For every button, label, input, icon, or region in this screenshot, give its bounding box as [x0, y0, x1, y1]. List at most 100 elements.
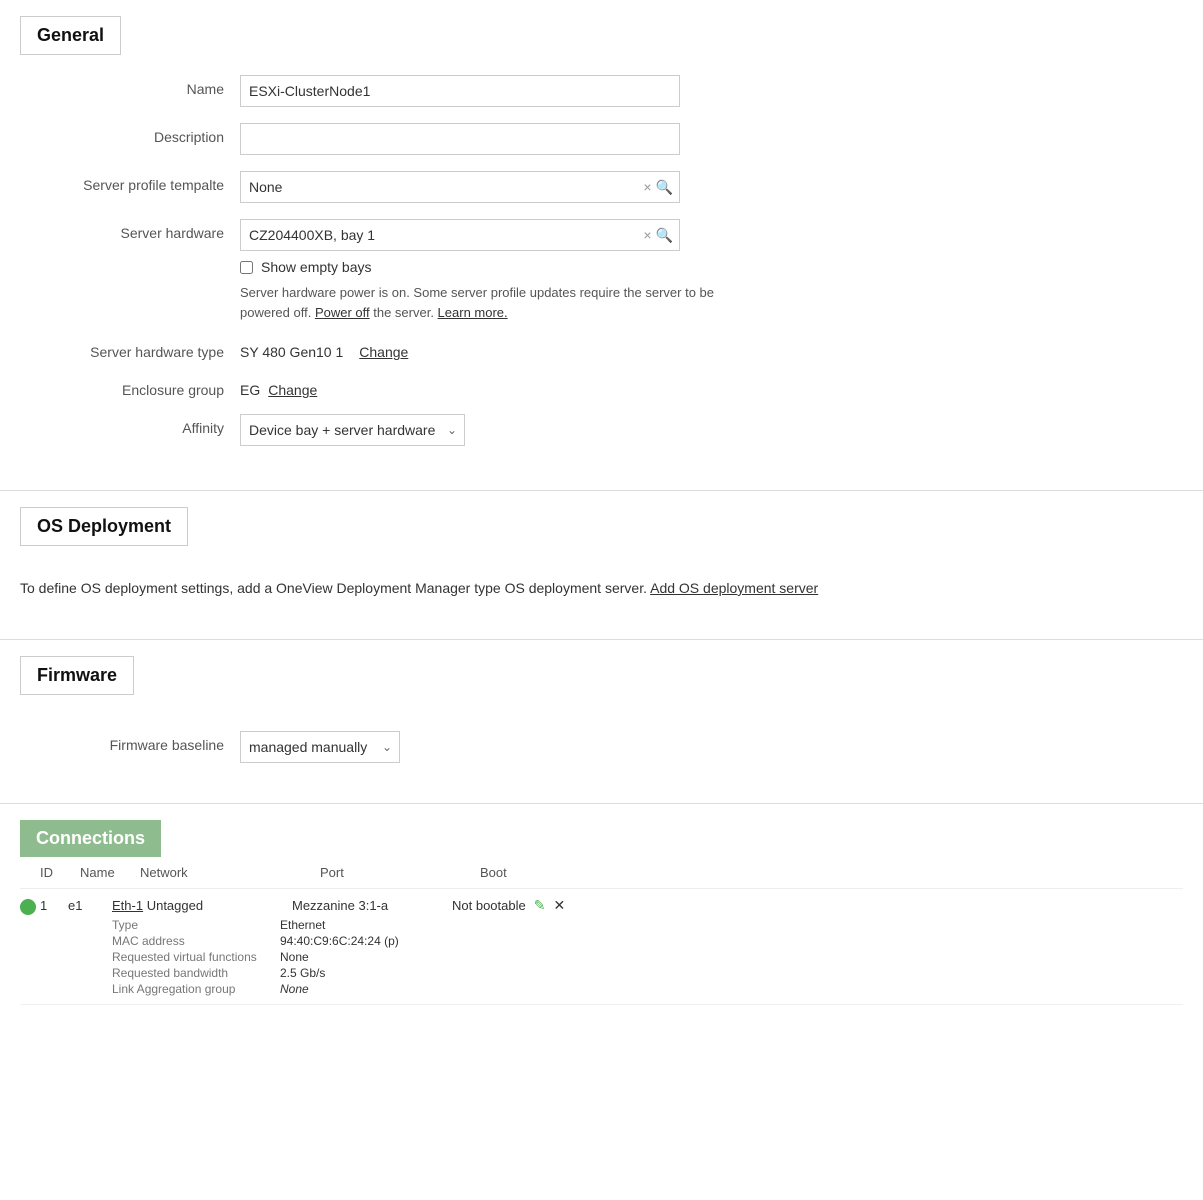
- show-empty-bays-row: Show empty bays: [240, 259, 1183, 275]
- server-profile-template-input[interactable]: [241, 172, 637, 202]
- name-label: Name: [20, 75, 240, 97]
- conn-network: Eth-1 Untagged: [112, 898, 292, 913]
- connections-table-header: ID Name Network Port Boot: [20, 857, 1183, 889]
- name-content: [240, 75, 1183, 107]
- connection-main: 1 e1 Eth-1 Untagged Mezzanine 3:1-a Not …: [40, 897, 1183, 996]
- server-hardware-input[interactable]: [241, 220, 637, 250]
- connections-header: Connections: [20, 820, 161, 857]
- network-col-header: Network: [140, 865, 320, 880]
- enclosure-group-value-row: EG Change: [240, 376, 1183, 398]
- firmware-header: Firmware: [20, 656, 134, 695]
- os-deployment-header: OS Deployment: [20, 507, 188, 546]
- server-hardware-type-row: Server hardware type SY 480 Gen10 1 Chan…: [0, 338, 1203, 360]
- server-hardware-search-icon[interactable]: 🔍: [656, 227, 673, 244]
- server-hardware-type-value: SY 480 Gen10 1: [240, 344, 343, 360]
- firmware-section: Firmware Firmware baseline managed manua…: [0, 640, 1203, 804]
- conn-boot-value: Not bootable: [452, 898, 526, 913]
- server-hardware-type-content: SY 480 Gen10 1 Change: [240, 338, 1183, 360]
- name-col-header: Name: [80, 865, 140, 880]
- connections-table: ID Name Network Port Boot 1 e1 Eth-1 Unt…: [0, 857, 1203, 1005]
- connection-details: Type Ethernet MAC address 94:40:C9:6C:24…: [40, 918, 1183, 996]
- lag-value: None: [280, 982, 1183, 996]
- port-col-header: Port: [320, 865, 480, 880]
- status-col-header: [20, 865, 40, 880]
- os-deployment-description: To define OS deployment settings, add a …: [20, 580, 647, 596]
- affinity-row: Affinity Device bay + server hardware De…: [0, 414, 1203, 446]
- show-empty-bays-label: Show empty bays: [261, 259, 372, 275]
- enclosure-group-label: Enclosure group: [20, 376, 240, 398]
- server-profile-template-icons: × 🔍: [637, 179, 679, 196]
- connections-section: Connections ID Name Network Port Boot 1 …: [0, 804, 1203, 1005]
- add-os-deployment-link[interactable]: Add OS deployment server: [650, 580, 818, 596]
- bw-value: 2.5 Gb/s: [280, 966, 1183, 980]
- bw-label: Requested bandwidth: [112, 966, 272, 980]
- mac-label: MAC address: [112, 934, 272, 948]
- os-deployment-text: To define OS deployment settings, add a …: [0, 578, 1203, 615]
- vf-label: Requested virtual functions: [112, 950, 272, 964]
- conn-port: Mezzanine 3:1-a: [292, 898, 452, 913]
- description-content: [240, 123, 1183, 155]
- firmware-baseline-select[interactable]: managed manually firmware baseline 1: [240, 731, 400, 763]
- connection-top: 1 e1 Eth-1 Untagged Mezzanine 3:1-a Not …: [40, 897, 1183, 914]
- general-title: General: [37, 25, 104, 46]
- conn-delete-icon[interactable]: ✕: [553, 897, 565, 914]
- type-label: Type: [112, 918, 272, 932]
- affinity-label: Affinity: [20, 414, 240, 436]
- mac-value: 94:40:C9:6C:24:24 (p): [280, 934, 1183, 948]
- power-off-link[interactable]: Power off: [315, 305, 370, 320]
- server-profile-template-field[interactable]: × 🔍: [240, 171, 680, 203]
- type-value: Ethernet: [280, 918, 1183, 932]
- conn-boot: Not bootable ✎ ✕: [452, 897, 565, 914]
- boot-col-header: Boot: [480, 865, 640, 880]
- server-hardware-type-change-link[interactable]: Change: [359, 344, 408, 360]
- os-deployment-title: OS Deployment: [37, 516, 171, 537]
- description-row: Description: [0, 123, 1203, 155]
- affinity-select-wrapper: Device bay + server hardware Device bay: [240, 414, 465, 446]
- connection-status-indicator: [20, 899, 36, 915]
- enclosure-group-row: Enclosure group EG Change: [0, 376, 1203, 398]
- server-hardware-icons: × 🔍: [637, 227, 679, 244]
- name-row: Name: [0, 75, 1203, 107]
- name-input[interactable]: [240, 75, 680, 107]
- vf-value: None: [280, 950, 1183, 964]
- server-profile-template-content: × 🔍: [240, 171, 1183, 203]
- affinity-select[interactable]: Device bay + server hardware Device bay: [240, 414, 465, 446]
- enclosure-group-change-link[interactable]: Change: [268, 382, 317, 398]
- general-section: General Name Description Server profile …: [0, 0, 1203, 491]
- firmware-baseline-row: Firmware baseline managed manually firmw…: [0, 731, 1203, 763]
- general-header: General: [20, 16, 121, 55]
- conn-network-tag-value: Untagged: [147, 898, 203, 913]
- server-profile-template-label: Server profile tempalte: [20, 171, 240, 193]
- power-info: Server hardware power is on. Some server…: [240, 283, 740, 322]
- enclosure-group-content: EG Change: [240, 376, 1183, 398]
- show-empty-bays-checkbox[interactable]: [240, 261, 253, 274]
- server-hardware-clear-icon[interactable]: ×: [643, 227, 651, 243]
- server-hardware-type-value-row: SY 480 Gen10 1 Change: [240, 338, 1183, 360]
- server-profile-template-row: Server profile tempalte × 🔍: [0, 171, 1203, 203]
- server-hardware-row: Server hardware × 🔍 Show empty bays Serv…: [0, 219, 1203, 322]
- conn-edit-icon[interactable]: ✎: [534, 897, 546, 914]
- server-hardware-label: Server hardware: [20, 219, 240, 241]
- server-profile-template-search-icon[interactable]: 🔍: [656, 179, 673, 196]
- conn-name: e1: [68, 898, 112, 913]
- server-hardware-field[interactable]: × 🔍: [240, 219, 680, 251]
- firmware-baseline-content: managed manually firmware baseline 1: [240, 731, 1183, 763]
- server-profile-template-clear-icon[interactable]: ×: [643, 179, 651, 195]
- description-input[interactable]: [240, 123, 680, 155]
- firmware-title: Firmware: [37, 665, 117, 686]
- os-deployment-section: OS Deployment To define OS deployment se…: [0, 491, 1203, 640]
- connections-header-wrapper: Connections: [0, 804, 1203, 857]
- firmware-baseline-label: Firmware baseline: [20, 731, 240, 753]
- conn-network-link[interactable]: Eth-1: [112, 898, 143, 913]
- server-hardware-type-label: Server hardware type: [20, 338, 240, 360]
- affinity-content: Device bay + server hardware Device bay: [240, 414, 1183, 446]
- connections-title: Connections: [36, 828, 145, 849]
- description-label: Description: [20, 123, 240, 145]
- learn-more-link[interactable]: Learn more.: [438, 305, 508, 320]
- enclosure-group-value: EG: [240, 382, 260, 398]
- lag-label: Link Aggregation group: [112, 982, 272, 996]
- server-hardware-content: × 🔍 Show empty bays Server hardware powe…: [240, 219, 1183, 322]
- id-col-header: ID: [40, 865, 80, 880]
- table-row: 1 e1 Eth-1 Untagged Mezzanine 3:1-a Not …: [20, 889, 1183, 1005]
- firmware-baseline-select-wrapper: managed manually firmware baseline 1: [240, 731, 400, 763]
